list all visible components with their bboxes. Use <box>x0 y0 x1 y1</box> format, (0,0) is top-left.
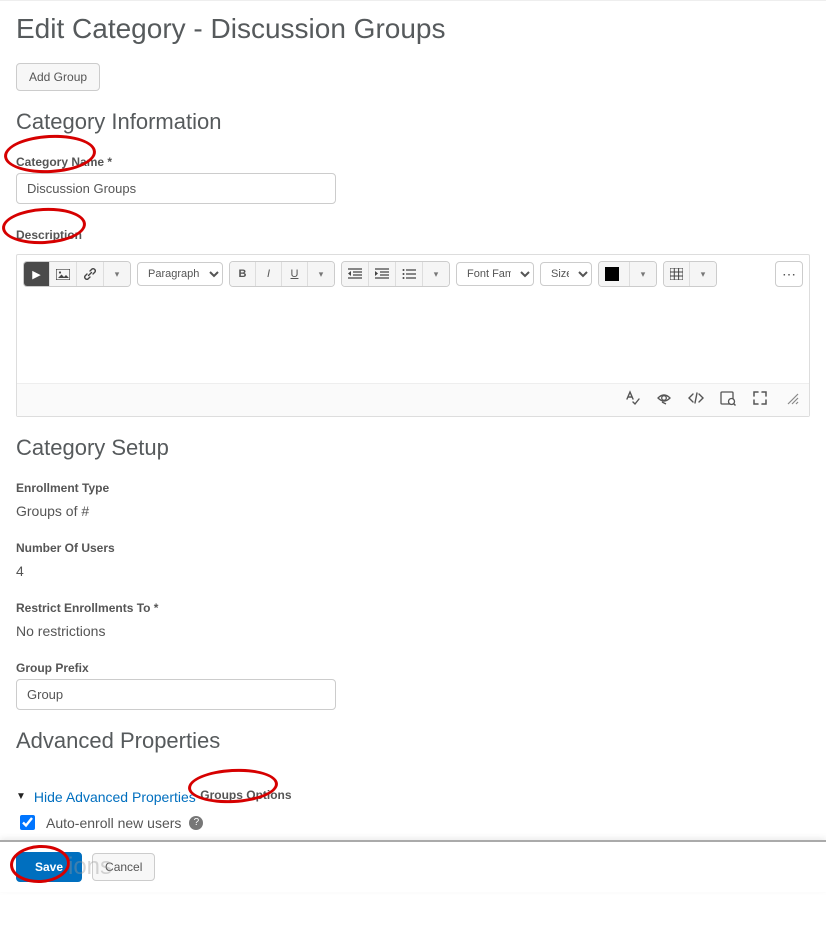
insert-link-icon[interactable] <box>77 262 104 286</box>
list-icon[interactable] <box>396 262 423 286</box>
groups-options-label: Groups Options <box>200 788 291 802</box>
restrict-enrollments-value: No restrictions <box>16 623 810 639</box>
insert-dropdown-icon[interactable]: ▾ <box>104 262 130 286</box>
group-prefix-label: Group Prefix <box>16 661 89 675</box>
editor-toolbar: ▶ ▾ Paragraph B I U ▾ <box>17 255 809 293</box>
table-icon[interactable] <box>664 262 690 286</box>
category-setup-heading: Category Setup <box>16 435 810 461</box>
page-title: Edit Category - Discussion Groups <box>16 13 810 45</box>
insert-stuff-icon[interactable]: ▶ <box>24 262 50 286</box>
auto-enroll-label: Auto-enroll new users <box>46 815 181 831</box>
table-dropdown[interactable]: ▾ <box>690 262 716 286</box>
italic-button[interactable]: I <box>256 262 282 286</box>
source-code-icon[interactable] <box>688 390 704 410</box>
footer-bar: Save Cancel ions <box>0 840 826 892</box>
list-dropdown[interactable]: ▾ <box>423 262 449 286</box>
enrollment-type-label: Enrollment Type <box>16 481 109 495</box>
hide-advanced-properties-link[interactable]: ▼ Hide Advanced Properties <box>16 789 196 805</box>
category-name-input[interactable] <box>16 173 336 204</box>
accessibility-icon[interactable] <box>656 390 672 410</box>
fullscreen-icon[interactable] <box>752 390 768 410</box>
indent-icon[interactable] <box>369 262 396 286</box>
spellcheck-icon[interactable] <box>624 390 640 410</box>
enrollment-type-value: Groups of # <box>16 503 810 519</box>
chevron-down-icon: ▼ <box>16 791 26 802</box>
underline-button[interactable]: U <box>282 262 308 286</box>
group-prefix-input[interactable] <box>16 679 336 710</box>
editor-textarea[interactable] <box>17 293 809 383</box>
text-format-dropdown[interactable]: ▾ <box>308 262 334 286</box>
save-button[interactable]: Save <box>16 852 82 882</box>
number-of-users-value: 4 <box>16 563 810 579</box>
font-family-select[interactable]: Font Family <box>456 262 534 286</box>
more-actions-button[interactable]: ⋯ <box>775 261 803 287</box>
preview-icon[interactable] <box>720 390 736 410</box>
font-size-select[interactable]: Size <box>540 262 592 286</box>
hide-advanced-properties-label: Hide Advanced Properties <box>34 789 196 805</box>
number-of-users-label: Number Of Users <box>16 541 115 555</box>
category-info-heading: Category Information <box>16 109 810 135</box>
restrict-enrollments-label: Restrict Enrollments To * <box>16 601 158 615</box>
description-editor: ▶ ▾ Paragraph B I U ▾ <box>16 254 810 417</box>
insert-image-icon[interactable] <box>50 262 77 286</box>
help-icon[interactable]: ? <box>189 816 203 830</box>
cancel-button[interactable]: Cancel <box>92 853 155 881</box>
text-color-button[interactable] <box>599 262 630 286</box>
auto-enroll-checkbox[interactable] <box>20 815 35 830</box>
outdent-icon[interactable] <box>342 262 369 286</box>
text-color-dropdown[interactable]: ▾ <box>630 262 656 286</box>
paragraph-select[interactable]: Paragraph <box>137 262 223 286</box>
category-name-label: Category Name * <box>16 155 112 169</box>
resize-handle-icon[interactable] <box>784 390 799 410</box>
add-group-button[interactable]: Add Group <box>16 63 100 91</box>
description-label: Description <box>16 228 82 242</box>
advanced-properties-heading: Advanced Properties <box>16 728 810 754</box>
bold-button[interactable]: B <box>230 262 256 286</box>
